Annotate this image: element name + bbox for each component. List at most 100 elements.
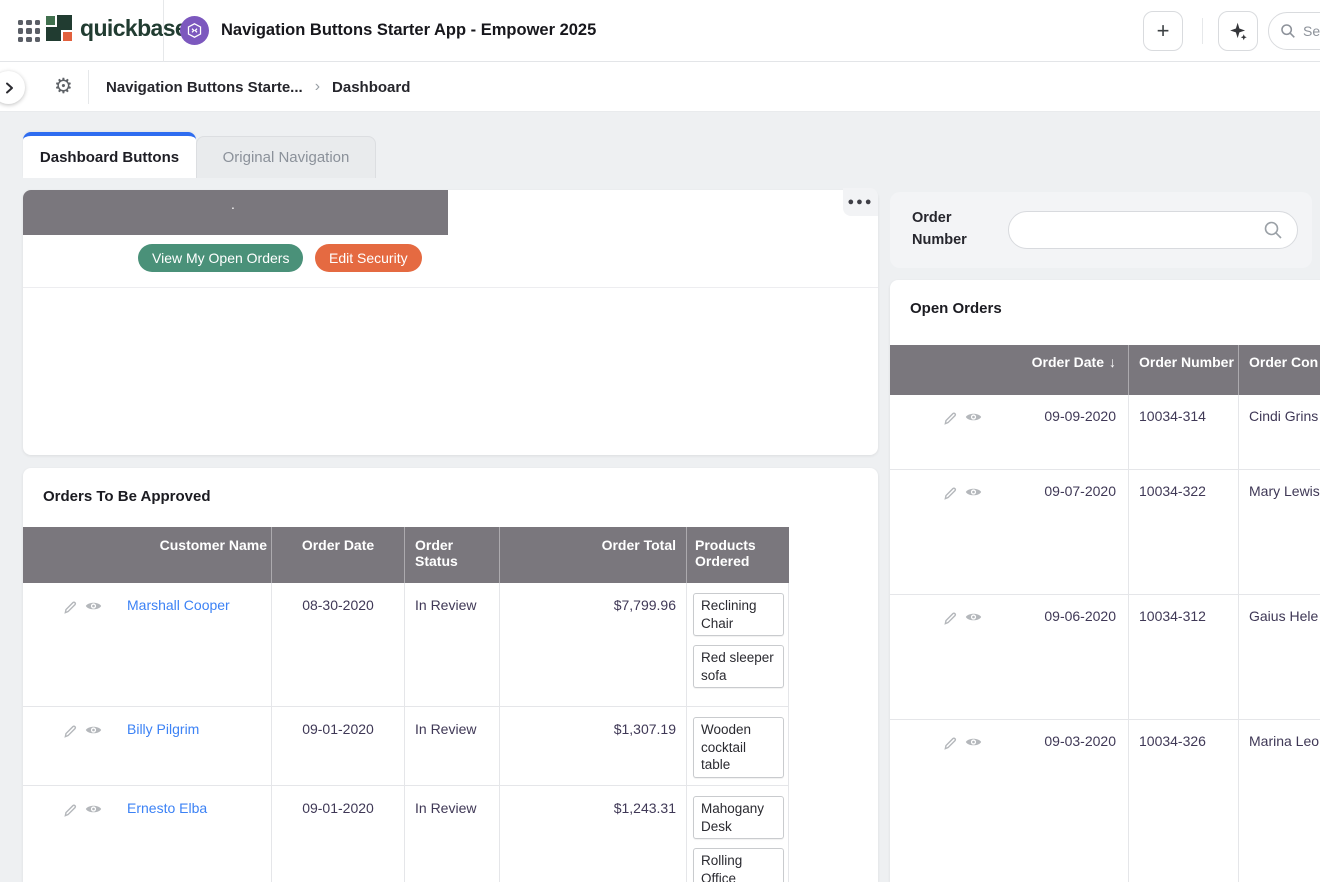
order-number-label: Order Number <box>912 207 982 252</box>
order-status-value: In Review <box>404 786 499 882</box>
order-date-header-label: Order Date <box>1032 354 1104 395</box>
order-date-value: 08-30-2020 <box>271 583 404 706</box>
order-total-value: $7,799.96 <box>499 583 686 706</box>
order-date-value: 09-01-2020 <box>271 786 404 882</box>
order-number-search-field[interactable] <box>1008 211 1298 249</box>
view-record-eye-icon[interactable] <box>965 736 982 748</box>
edit-security-button[interactable]: Edit Security <box>315 244 422 272</box>
column-header-order-contact[interactable]: Order Con <box>1238 345 1320 395</box>
edit-record-icon[interactable] <box>63 724 78 739</box>
sparkle-icon <box>1228 21 1249 42</box>
breadcrumb: Navigation Buttons Starte... › Dashboard <box>106 62 410 112</box>
customer-name-link[interactable]: Ernesto Elba <box>127 800 207 816</box>
table-row: Ernesto Elba 09-01-2020 In Review $1,243… <box>23 786 789 882</box>
order-number-value: 10034-326 <box>1128 720 1238 882</box>
global-search[interactable] <box>1268 12 1320 50</box>
app-title: Navigation Buttons Starter App - Empower… <box>221 21 596 40</box>
edit-record-icon[interactable] <box>63 600 78 615</box>
plus-icon: + <box>1157 20 1170 42</box>
orders-to-approve-panel: Orders To Be Approved Customer Name Orde… <box>23 468 878 882</box>
product-chip[interactable]: Mahogany Desk <box>693 796 784 839</box>
column-header-order-date[interactable]: Order Date ↓ <box>890 345 1128 395</box>
order-date-value: 09-01-2020 <box>271 707 404 788</box>
order-number-value: 10034-322 <box>1128 470 1238 594</box>
order-date-value: 09-07-2020 <box>990 470 1128 594</box>
customer-name-link[interactable]: Marshall Cooper <box>127 597 230 613</box>
view-my-open-orders-button[interactable]: View My Open Orders <box>138 244 303 272</box>
order-number-search-panel: Order Number <box>890 192 1312 268</box>
view-record-eye-icon[interactable] <box>85 600 102 612</box>
breadcrumb-bar: ⚙ Navigation Buttons Starte... › Dashboa… <box>0 62 1320 112</box>
chevron-right-icon <box>3 82 15 94</box>
view-record-eye-icon[interactable] <box>965 611 982 623</box>
edit-record-icon[interactable] <box>943 411 958 426</box>
ellipsis-icon: ●●● <box>848 196 874 208</box>
breadcrumb-separator-icon: › <box>315 78 320 96</box>
widget-more-menu-button[interactable]: ●●● <box>843 188 878 216</box>
open-orders-panel: Open Orders Order Date ↓ Order Number Or… <box>890 280 1320 882</box>
order-number-input[interactable] <box>1009 222 1262 238</box>
breadcrumb-page: Dashboard <box>332 79 410 96</box>
global-search-input[interactable] <box>1303 23 1320 39</box>
breadcrumb-app-link[interactable]: Navigation Buttons Starte... <box>106 79 303 96</box>
view-record-eye-icon[interactable] <box>85 803 102 815</box>
column-header-order-status[interactable]: Order Status <box>404 527 499 583</box>
tab-original-navigation[interactable]: Original Navigation <box>196 136 376 178</box>
product-chip[interactable]: Rolling Office <box>693 848 784 882</box>
edit-record-icon[interactable] <box>63 803 78 818</box>
app-grid-icon[interactable] <box>18 20 40 42</box>
order-status-value: In Review <box>404 707 499 788</box>
table-header-row: Order Date ↓ Order Number Order Con <box>890 345 1320 395</box>
top-bar: quickbase Navigation Buttons Starter App… <box>0 0 1320 62</box>
column-header-order-date[interactable]: Order Date <box>271 527 404 583</box>
table-header-row: Customer Name Order Date Order Status Or… <box>23 527 789 583</box>
view-record-eye-icon[interactable] <box>965 486 982 498</box>
widget-divider <box>23 287 878 288</box>
order-date-value: 09-09-2020 <box>990 395 1128 469</box>
table-row: Billy Pilgrim 09-01-2020 In Review $1,30… <box>23 707 789 786</box>
table-row: 09-03-2020 10034-326 Marina Leo <box>890 720 1320 882</box>
quickbase-wordmark: quickbase <box>80 15 187 42</box>
product-chip[interactable]: Wooden cocktail table <box>693 717 784 778</box>
column-header-order-total[interactable]: Order Total <box>499 527 686 583</box>
sidebar-expand-toggle[interactable] <box>0 71 25 104</box>
table-row: 09-07-2020 10034-322 Mary Lewis <box>890 470 1320 595</box>
order-total-value: $1,243.31 <box>499 786 686 882</box>
quickbase-logo-mark-icon <box>46 15 73 42</box>
search-icon <box>1262 219 1284 241</box>
tab-dashboard-buttons[interactable]: Dashboard Buttons <box>23 132 196 178</box>
topbar-button-divider <box>1202 18 1203 44</box>
customer-name-link[interactable]: Billy Pilgrim <box>127 721 199 737</box>
app-settings-gear-icon[interactable]: ⚙ <box>54 73 73 101</box>
app-window: quickbase Navigation Buttons Starter App… <box>0 0 1320 882</box>
edit-record-icon[interactable] <box>943 486 958 501</box>
quickbase-logo[interactable]: quickbase <box>46 15 187 42</box>
product-chip[interactable]: Reclining Chair <box>693 593 784 636</box>
edit-record-icon[interactable] <box>943 736 958 751</box>
open-orders-title: Open Orders <box>910 300 1002 317</box>
view-record-eye-icon[interactable] <box>965 411 982 423</box>
order-date-value: 09-06-2020 <box>990 595 1128 719</box>
orders-to-approve-title: Orders To Be Approved <box>43 488 211 505</box>
order-total-value: $1,307.19 <box>499 707 686 788</box>
search-icon <box>1279 22 1297 40</box>
order-contact-value: Cindi Grins <box>1238 395 1320 469</box>
column-header-order-number[interactable]: Order Number <box>1128 345 1238 395</box>
column-header-products-ordered[interactable]: Products Ordered <box>686 527 789 583</box>
product-chip[interactable]: Red sleeper sofa <box>693 645 784 688</box>
app-title-chip: Navigation Buttons Starter App - Empower… <box>180 16 596 45</box>
buttons-widget-panel: . View My Open Orders Edit Security <box>23 190 878 455</box>
order-date-value: 09-03-2020 <box>990 720 1128 882</box>
dashboard-tabs: Dashboard Buttons Original Navigation <box>23 132 376 178</box>
view-record-eye-icon[interactable] <box>85 724 102 736</box>
breadcrumb-divider <box>88 70 89 104</box>
app-cube-icon <box>180 16 209 45</box>
table-row: 09-09-2020 10034-314 Cindi Grins <box>890 395 1320 470</box>
order-contact-value: Mary Lewis <box>1238 470 1320 594</box>
orders-to-approve-table: Customer Name Order Date Order Status Or… <box>23 527 789 882</box>
edit-record-icon[interactable] <box>943 611 958 626</box>
column-header-customer-name[interactable]: Customer Name <box>23 527 271 583</box>
new-item-button[interactable]: + <box>1143 11 1183 51</box>
ai-assistant-button[interactable] <box>1218 11 1258 51</box>
order-number-value: 10034-312 <box>1128 595 1238 719</box>
